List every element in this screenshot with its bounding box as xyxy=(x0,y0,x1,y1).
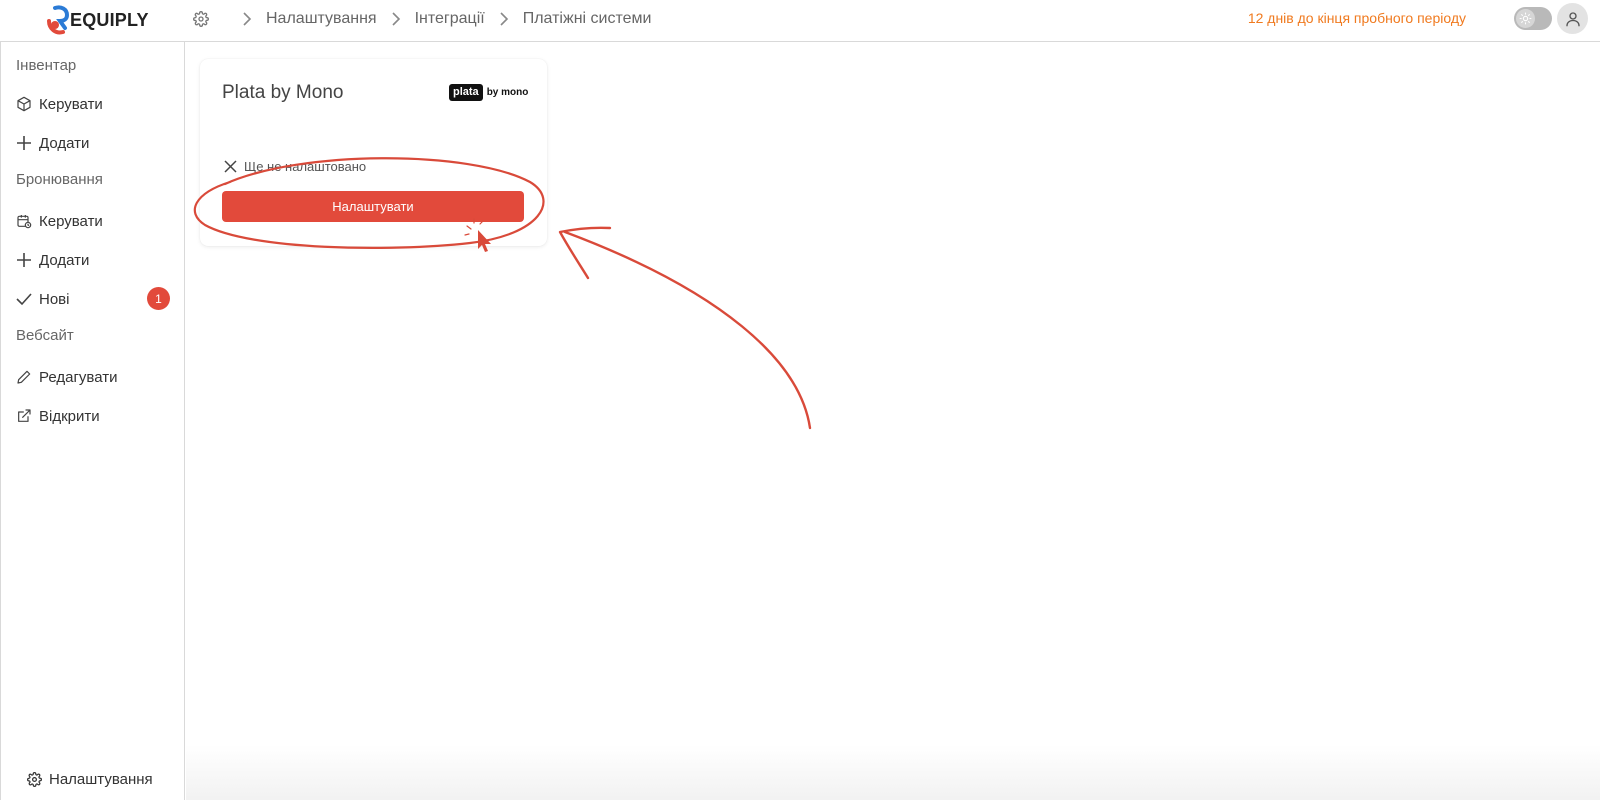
gear-icon xyxy=(26,772,42,788)
breadcrumb-settings[interactable]: Налаштування xyxy=(266,10,377,28)
sidebar-item-label: Редагувати xyxy=(39,368,118,386)
sidebar-section-bookings: Бронювання xyxy=(16,171,103,188)
close-icon xyxy=(222,158,238,174)
breadcrumb-payment-systems: Платіжні системи xyxy=(522,10,652,27)
sidebar: Інвентар Керувати Додати Бронювання Керу… xyxy=(0,42,185,800)
chevron-right-icon xyxy=(389,12,403,26)
integration-card: Plata by Mono plata by mono Ще не налашт… xyxy=(200,59,547,246)
sidebar-item-label: Додати xyxy=(39,251,90,269)
integration-status-text: Ще не налаштовано xyxy=(244,158,367,174)
plata-logo: plata by mono xyxy=(449,84,528,101)
breadcrumb-integrations[interactable]: Інтеграції xyxy=(415,10,485,28)
sidebar-item-label: Нові xyxy=(39,290,70,308)
integration-title: Plata by Mono xyxy=(222,82,344,103)
user-icon xyxy=(1565,11,1580,26)
check-icon xyxy=(16,291,32,307)
sidebar-section-website: Вебсайт xyxy=(16,327,74,344)
annotation-arrow xyxy=(558,226,812,430)
box-icon xyxy=(16,96,32,112)
plus-icon xyxy=(16,252,32,268)
footer-shadow xyxy=(186,745,1600,800)
logo-text: EQUIPLY xyxy=(70,9,149,30)
plata-logo-box: plata xyxy=(449,84,483,101)
integration-status: Ще не налаштовано xyxy=(222,158,366,174)
breadcrumb: Налаштування Інтеграції Платіжні системи xyxy=(192,0,651,38)
new-bookings-badge: 1 xyxy=(147,287,170,310)
sidebar-item-label: Відкрити xyxy=(39,407,100,425)
sidebar-item-inventory-manage[interactable]: Керувати xyxy=(16,91,176,117)
plata-logo-suffix: by mono xyxy=(486,87,529,98)
sidebar-item-bookings-add[interactable]: Додати xyxy=(16,247,176,273)
sidebar-item-label: Додати xyxy=(39,134,90,152)
sidebar-settings-label: Налаштування xyxy=(49,771,153,788)
trial-notice[interactable]: 12 днів до кінця пробного періоду xyxy=(1248,10,1466,26)
chevron-right-icon xyxy=(240,12,254,26)
app-logo[interactable]: EQUIPLY xyxy=(46,4,149,36)
sidebar-item-website-edit[interactable]: Редагувати xyxy=(16,364,176,390)
sun-icon xyxy=(1516,9,1535,28)
gear-icon[interactable] xyxy=(192,10,210,28)
calendar-icon xyxy=(16,213,32,229)
sidebar-section-inventory: Інвентар xyxy=(16,57,77,74)
theme-toggle[interactable] xyxy=(1514,7,1552,30)
top-bar: EQUIPLY Налаштування Інтеграції Платіжні… xyxy=(0,0,1600,42)
pencil-icon xyxy=(16,369,32,385)
plus-icon xyxy=(16,135,32,151)
sidebar-item-label: Керувати xyxy=(39,95,103,113)
sidebar-item-bookings-manage[interactable]: Керувати xyxy=(16,208,176,234)
sidebar-settings-link[interactable]: Налаштування xyxy=(26,771,153,788)
configure-button[interactable]: Налаштувати xyxy=(222,191,524,222)
user-avatar[interactable] xyxy=(1557,3,1588,34)
sidebar-item-inventory-add[interactable]: Додати xyxy=(16,130,176,156)
external-link-icon xyxy=(16,408,32,424)
chevron-right-icon xyxy=(497,12,511,26)
sidebar-item-label: Керувати xyxy=(39,212,103,230)
sidebar-item-website-open[interactable]: Відкрити xyxy=(16,403,176,429)
logo-mark-icon xyxy=(46,5,72,35)
